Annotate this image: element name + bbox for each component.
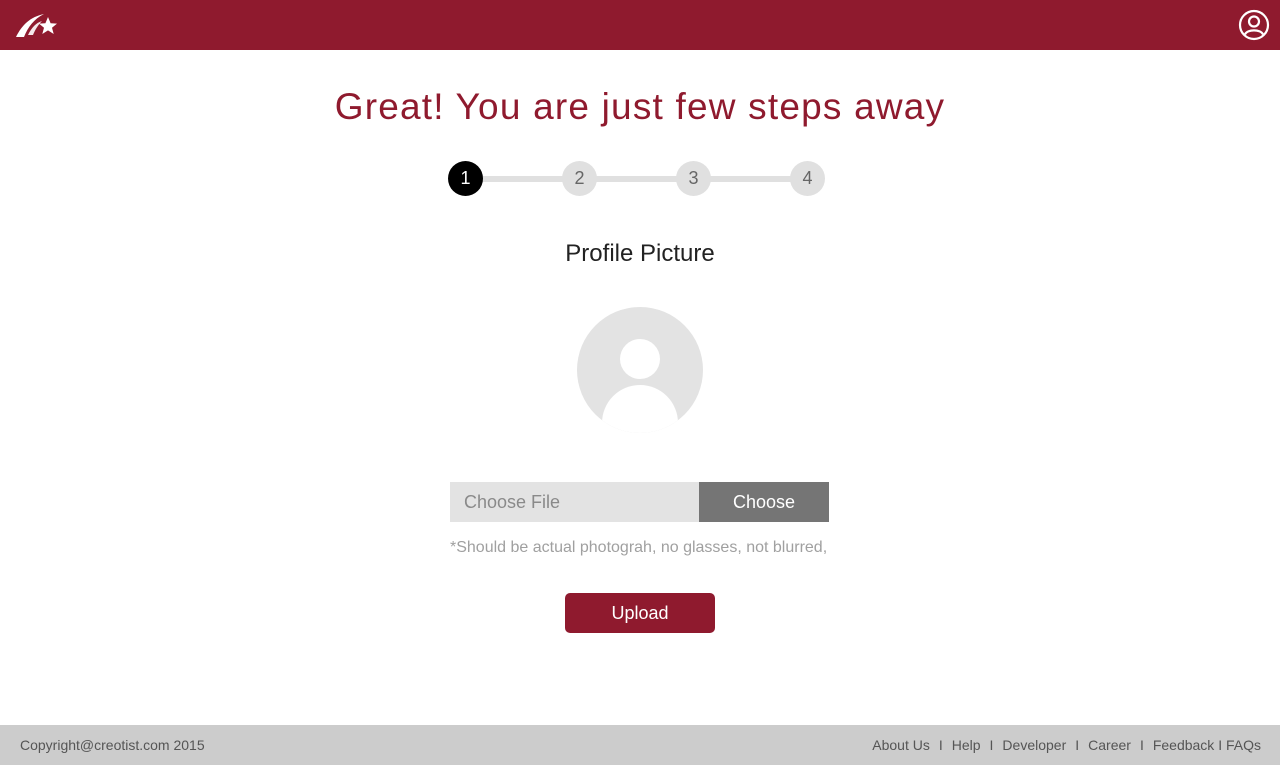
user-account-icon[interactable] [1238, 9, 1270, 41]
step-2[interactable]: 2 [562, 161, 597, 196]
step-3[interactable]: 3 [676, 161, 711, 196]
copyright-text: Copyright@creotist.com 2015 [20, 737, 205, 753]
step-1[interactable]: 1 [448, 161, 483, 196]
photo-requirements-hint: *Should be actual photograh, no glasses,… [450, 539, 828, 556]
progress-stepper: 1 2 3 4 [448, 161, 826, 197]
footer-link-developer[interactable]: Developer [1002, 737, 1066, 753]
step-4[interactable]: 4 [790, 161, 825, 196]
footer-link-career[interactable]: Career [1088, 737, 1131, 753]
choose-file-button[interactable]: Choose [699, 482, 829, 522]
footer-link-help[interactable]: Help [952, 737, 981, 753]
page-headline: Great! You are just few steps away [334, 86, 946, 127]
footer-separator: I [1075, 737, 1080, 753]
upload-button[interactable]: Upload [565, 593, 715, 633]
footer: Copyright@creotist.com 2015 About Us I Hel… [0, 725, 1280, 765]
footer-separator: I [989, 737, 994, 753]
footer-link-about-us[interactable]: About Us [872, 737, 930, 753]
file-path-input[interactable] [450, 482, 699, 522]
footer-separator: I [1139, 737, 1144, 753]
default-avatar-icon [577, 307, 703, 433]
top-bar [0, 0, 1280, 50]
footer-link-feedback-faqs[interactable]: Feedback I FAQs [1153, 737, 1261, 753]
stepper-track [466, 176, 806, 182]
brand-logo-icon[interactable] [14, 9, 60, 41]
avatar-body [602, 385, 678, 433]
section-title: Profile Picture [565, 240, 715, 267]
avatar-head [620, 339, 660, 379]
footer-separator: I [938, 737, 943, 753]
footer-links: About Us I Help I Developer I Career I Feedback … [872, 725, 1261, 765]
